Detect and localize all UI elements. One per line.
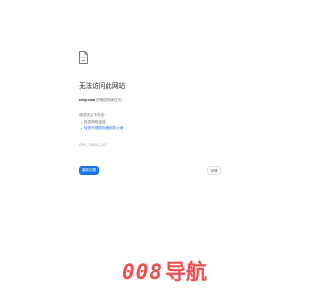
details-button[interactable]: 详情 bbox=[207, 166, 221, 175]
try-heading: 请试试以下办法： bbox=[79, 113, 108, 117]
reload-button[interactable]: 重新加载 bbox=[79, 166, 99, 175]
brand-watermark: 008 导航 bbox=[122, 262, 207, 283]
host-name: rolqi.com bbox=[79, 98, 96, 102]
sad-page-icon bbox=[79, 51, 88, 64]
suggestion-item: 检查代理服务器和防火墙 bbox=[80, 126, 124, 132]
error-page: 无法访问此网站 rolqi.com 的响应时间过长。 请试试以下办法： 检查网络… bbox=[0, 0, 300, 300]
page-title: 无法访问此网站 bbox=[79, 83, 126, 90]
message-suffix: 的响应时间过长。 bbox=[95, 98, 125, 102]
brand-digits: 008 bbox=[122, 260, 163, 284]
brand-text: 导航 bbox=[164, 260, 207, 284]
error-code: ERR_TIMED_OUT bbox=[79, 143, 108, 147]
suggestion-check-connection: 检查网络连接 bbox=[84, 120, 106, 124]
error-message: rolqi.com 的响应时间过长。 bbox=[79, 98, 125, 103]
suggestion-list: 检查网络连接 检查代理服务器和防火墙 bbox=[80, 120, 124, 132]
suggestion-check-proxy-link[interactable]: 检查代理服务器和防火墙 bbox=[84, 126, 124, 130]
